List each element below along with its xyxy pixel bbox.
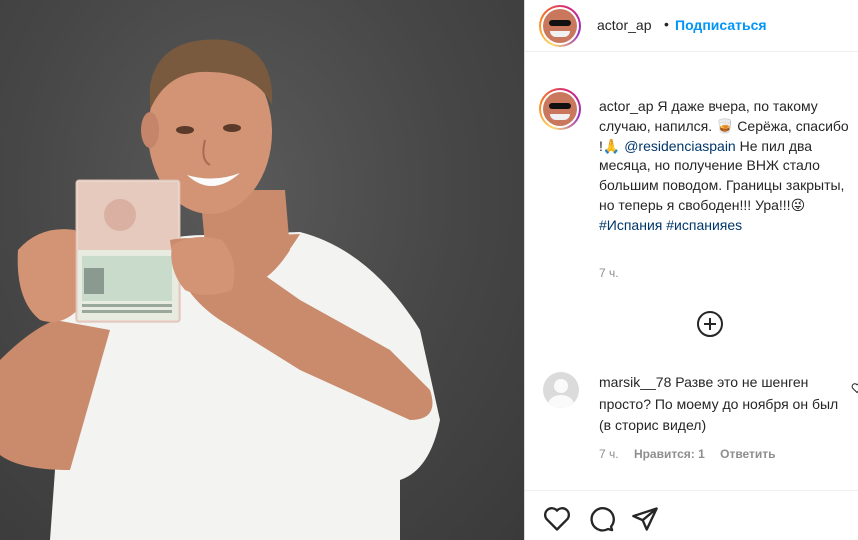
share-icon[interactable] bbox=[631, 505, 659, 533]
post-sidebar: actor_ap • Подписаться actor_ap Я даже в… bbox=[524, 0, 858, 540]
commenter-avatar[interactable] bbox=[543, 372, 579, 408]
commenter-username[interactable]: marsik__78 bbox=[599, 374, 671, 390]
follow-button[interactable]: Подписаться bbox=[675, 17, 767, 33]
action-bar bbox=[525, 490, 858, 540]
comment-likes[interactable]: Нравится: 1 bbox=[634, 447, 705, 461]
plus-circle-icon[interactable] bbox=[697, 311, 723, 337]
post-header: actor_ap • Подписаться bbox=[525, 0, 858, 52]
comment-text: marsik__78 Разве это не шенген просто? П… bbox=[599, 372, 847, 437]
caption-timestamp[interactable]: 7 ч. bbox=[599, 266, 619, 280]
comment-timestamp[interactable]: 7 ч. bbox=[599, 447, 619, 461]
heart-icon[interactable] bbox=[543, 505, 571, 533]
author-avatar[interactable] bbox=[539, 5, 581, 47]
hashtag-link-1[interactable]: #Испания bbox=[599, 217, 662, 233]
mention-link[interactable]: @residenciaspain bbox=[624, 138, 736, 154]
caption-text: actor_ap Я даже вчера, по такому случаю,… bbox=[599, 97, 849, 236]
caption-username[interactable]: actor_ap bbox=[599, 98, 653, 114]
separator-dot: • bbox=[664, 16, 669, 32]
photo-illustration bbox=[0, 39, 441, 540]
caption-avatar[interactable] bbox=[539, 88, 581, 130]
reply-button[interactable]: Ответить bbox=[720, 447, 775, 461]
author-username[interactable]: actor_ap bbox=[597, 17, 651, 33]
comment-icon[interactable] bbox=[587, 505, 615, 533]
hashtag-link-2[interactable]: #испанияes bbox=[666, 217, 742, 233]
comment-meta: 7 ч. Нравится: 1 Ответить bbox=[599, 447, 788, 461]
post-photo bbox=[0, 0, 524, 540]
comment-heart-icon[interactable] bbox=[851, 382, 858, 394]
